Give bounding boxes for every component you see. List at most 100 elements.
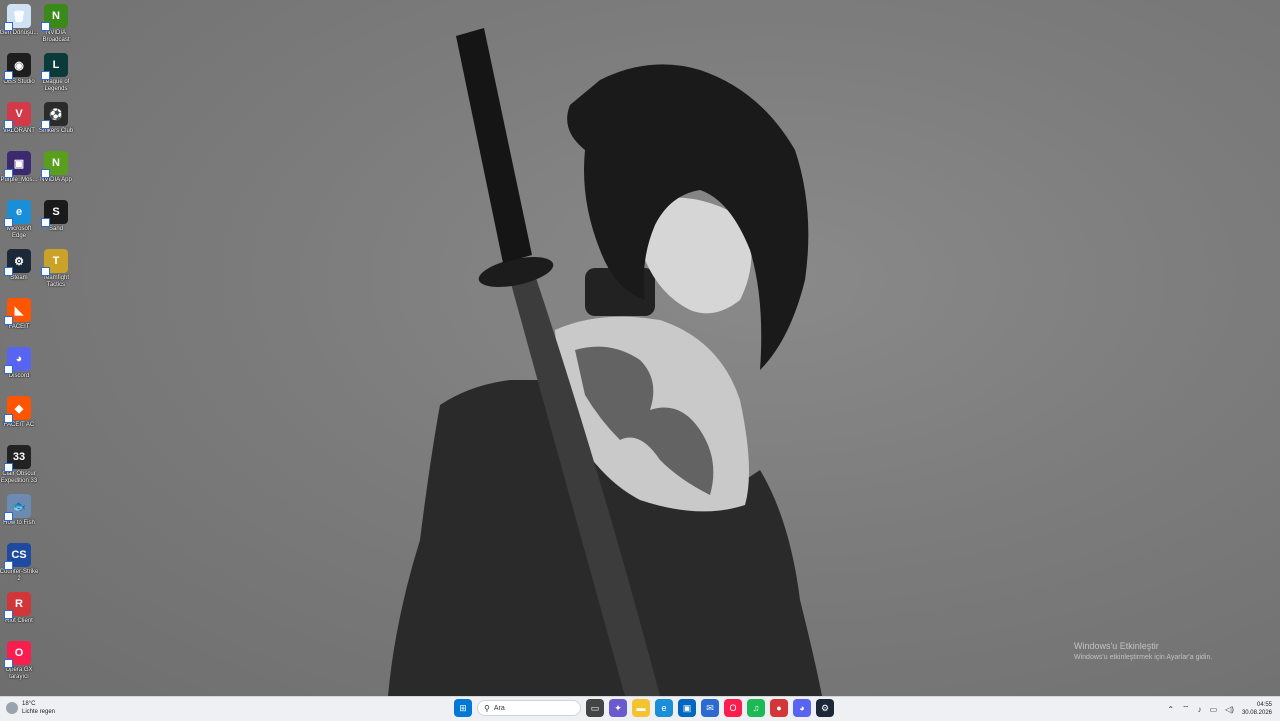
clock-time: 04:55 xyxy=(1256,702,1272,708)
taskbar: 18°C Lichte regen ⊞ ⚲ Ara ▭ ✦ ▬ e ▣ ✉ O ♫ ● ◕ ⚙ ⌃ ⌔ ♪… xyxy=(0,696,1280,721)
opera-gx-icon: O xyxy=(4,641,31,668)
wallpaper-sword-handle xyxy=(456,28,532,263)
desktop-icon-label: Sand xyxy=(48,226,63,232)
faceit-ac-icon: ◆ xyxy=(4,396,31,423)
desktop-icon-label: Clair Obscur Expedition 33 xyxy=(0,471,38,484)
desktop-icon-counter-strike-2[interactable]: CS Counter-Strike 2 xyxy=(0,543,38,591)
desktop-icon-label: League of Legends xyxy=(42,79,70,92)
desktop-icon-purple-mos[interactable]: ▣ Purple_Mos... xyxy=(0,151,38,199)
cloud-rain-icon xyxy=(6,702,18,714)
shortcut-arrow-icon xyxy=(41,22,50,31)
desktop-icon-teamfight-tactics[interactable]: T Teamfight Tactics xyxy=(37,249,75,297)
desktop-icon-label: Discord xyxy=(8,373,30,379)
desktop-icon-label: How to Fish xyxy=(3,520,35,526)
desktop-icon-label: VALORANT xyxy=(3,128,35,134)
edge-taskbar-button[interactable]: e xyxy=(655,699,673,717)
chevron-up-icon[interactable]: ⌃ xyxy=(1167,705,1174,714)
discord-taskbar-button[interactable]: ◕ xyxy=(793,699,811,717)
wallpaper-image xyxy=(388,28,822,696)
speaker-icon[interactable]: ◁) xyxy=(1225,705,1234,714)
desktop-icon-obs-studio[interactable]: ◉ OBS Studio xyxy=(0,53,38,101)
microsoft-edge-icon: e xyxy=(4,200,31,227)
shortcut-arrow-icon xyxy=(4,659,13,668)
monitor-icon[interactable]: ▭ xyxy=(1210,705,1218,714)
desktop-icon-recycle-bin[interactable]: 🗑 Geri Dönüşü... xyxy=(0,4,38,52)
weather-widget[interactable]: 18°C Lichte regen xyxy=(6,700,55,716)
start-button[interactable]: ⊞ xyxy=(454,699,472,717)
desktop-icon-discord[interactable]: ◕ Discord xyxy=(0,347,38,395)
desktop-icon-opera-gx[interactable]: O Opera GX tarayıcı xyxy=(0,641,38,689)
desktop-icon-how-to-fish[interactable]: 🐟 How to Fish xyxy=(0,494,38,542)
purple-mos-icon: ▣ xyxy=(4,151,31,178)
shortcut-arrow-icon xyxy=(4,218,13,227)
desktop-icon-label: Strikers Club xyxy=(38,128,74,134)
search-icon: ⚲ xyxy=(484,703,490,713)
shortcut-arrow-icon xyxy=(4,512,13,521)
clock[interactable]: 04:55 30.08.2026 xyxy=(1242,701,1272,717)
taskbar-center: ⊞ ⚲ Ara ▭ ✦ ▬ e ▣ ✉ O ♫ ● ◕ ⚙ xyxy=(454,699,834,717)
shortcut-arrow-icon xyxy=(4,22,13,31)
desktop-icon-league-of-legends[interactable]: L League of Legends xyxy=(37,53,75,101)
spotify-button[interactable]: ♫ xyxy=(747,699,765,717)
mail-button[interactable]: ✉ xyxy=(701,699,719,717)
windows-activation-watermark: Windows'u Etkinleştir Windows'u etkinleş… xyxy=(1074,641,1212,661)
file-explorer-button[interactable]: ▬ xyxy=(632,699,650,717)
desktop-icon-label: OBS Studio xyxy=(3,79,35,85)
desktop-icon-faceit-ac[interactable]: ◆ FACEIT AC xyxy=(0,396,38,444)
shortcut-arrow-icon xyxy=(41,169,50,178)
weather-description: Lichte regen xyxy=(22,709,56,715)
desktop-icon-clair-obscur[interactable]: 33 Clair Obscur Expedition 33 xyxy=(0,445,38,493)
valorant-icon: V xyxy=(4,102,31,129)
riot-taskbar-button[interactable]: ● xyxy=(770,699,788,717)
teamfight-tactics-icon: T xyxy=(41,249,68,276)
shortcut-arrow-icon xyxy=(4,71,13,80)
copilot-button[interactable]: ✦ xyxy=(609,699,627,717)
desktop-icon-label: Steam xyxy=(10,275,28,281)
desktop-icon-label: Microsoft Edge xyxy=(6,226,32,239)
league-of-legends-icon: L xyxy=(41,53,68,80)
shortcut-arrow-icon xyxy=(4,169,13,178)
shortcut-arrow-icon xyxy=(4,120,13,129)
nvidia-broadcast-icon: N xyxy=(41,4,68,31)
desktop-icon-nvidia-app[interactable]: N NVIDIA App xyxy=(37,151,75,199)
desktop-icon-strikers-club[interactable]: ⚽ Strikers Club xyxy=(37,102,75,150)
shortcut-arrow-icon xyxy=(4,463,13,472)
store-button[interactable]: ▣ xyxy=(678,699,696,717)
network-icon[interactable]: ⌔ xyxy=(1182,704,1190,714)
shortcut-arrow-icon xyxy=(4,610,13,619)
discord-icon: ◕ xyxy=(4,347,31,374)
clock-date: 30.08.2026 xyxy=(1241,710,1272,716)
weather-temperature: 18°C xyxy=(22,701,36,707)
desktop-icon-faceit[interactable]: ◣ FACEIT xyxy=(0,298,38,346)
desktop-icon-nvidia-broadcast[interactable]: N NVIDIA Broadcast xyxy=(37,4,75,52)
search-box[interactable]: ⚲ Ara xyxy=(477,700,581,716)
shortcut-arrow-icon xyxy=(41,267,50,276)
microphone-icon[interactable]: ♪ xyxy=(1198,705,1202,714)
desktop-icon-label: Geri Dönüşü... xyxy=(0,30,39,36)
desktop-icon-microsoft-edge[interactable]: e Microsoft Edge xyxy=(0,200,38,248)
desktop: 🗑 Geri Dönüşü... N NVIDIA Broadcast ◉ OBS Stu… xyxy=(0,0,1280,696)
weather-text: 18°C Lichte regen xyxy=(22,700,55,716)
steam-taskbar-button[interactable]: ⚙ xyxy=(816,699,834,717)
activation-subtitle: Windows'u etkinleştirmek için Ayarlar'a … xyxy=(1074,654,1213,661)
how-to-fish-icon: 🐟 xyxy=(4,494,31,521)
obs-studio-icon: ◉ xyxy=(4,53,31,80)
shortcut-arrow-icon xyxy=(4,267,13,276)
opera-gx-taskbar-button[interactable]: O xyxy=(724,699,742,717)
riot-client-icon: R xyxy=(4,592,31,619)
steam-icon: ⚙ xyxy=(4,249,31,276)
desktop-icon-valorant[interactable]: V VALORANT xyxy=(0,102,38,150)
desktop-icon-label: NVIDIA Broadcast xyxy=(42,30,70,43)
desktop-icon-sand[interactable]: S Sand xyxy=(37,200,75,248)
nvidia-app-icon: N xyxy=(41,151,68,178)
desktop-icon-riot-client[interactable]: R Riot Client xyxy=(0,592,38,640)
task-view-button[interactable]: ▭ xyxy=(586,699,604,717)
shortcut-arrow-icon xyxy=(4,561,13,570)
desktop-icon-label: NVIDIA App xyxy=(40,177,72,183)
clair-obscur-icon: 33 xyxy=(4,445,31,472)
desktop-icon-label: Riot Client xyxy=(5,618,33,624)
system-tray: ⌃ ⌔ ♪ ▭ ◁) 04:55 30.08.2026 xyxy=(1167,699,1272,719)
recycle-bin-icon: 🗑 xyxy=(4,4,31,31)
desktop-icon-steam[interactable]: ⚙ Steam xyxy=(0,249,38,297)
shortcut-arrow-icon xyxy=(4,414,13,423)
